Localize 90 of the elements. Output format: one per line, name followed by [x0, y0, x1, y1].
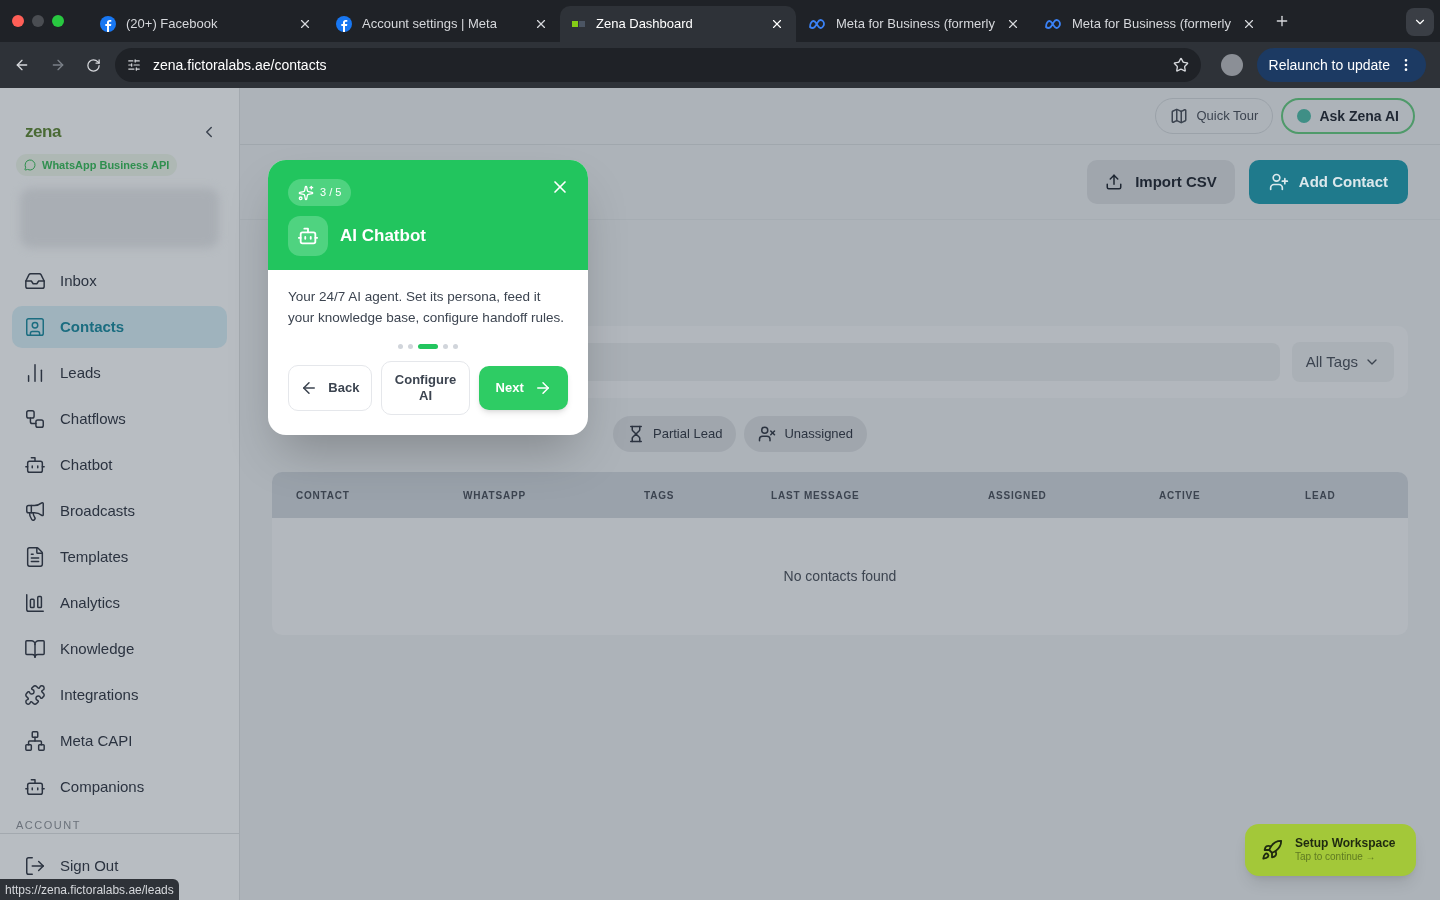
- badge-label: WhatsApp Business API: [42, 157, 170, 173]
- browser-tab[interactable]: (20+) Facebook: [88, 6, 324, 42]
- nav-item[interactable]: Inbox: [12, 260, 227, 302]
- nav-icon: [24, 316, 46, 338]
- nav-icon: [24, 638, 46, 660]
- close-icon[interactable]: [770, 17, 784, 31]
- nav-icon: [24, 454, 46, 476]
- column-header: LEAD: [1305, 488, 1337, 503]
- site-settings-icon[interactable]: [127, 58, 141, 72]
- hourglass-icon: [627, 425, 645, 443]
- browser-tab[interactable]: Zena Dashboard: [560, 6, 796, 42]
- new-tab-icon[interactable]: [1274, 13, 1290, 29]
- infinity-logo-icon: [808, 18, 826, 30]
- nav-item[interactable]: Companions: [12, 766, 227, 808]
- upload-icon: [1105, 173, 1124, 191]
- nav-icon: [24, 500, 46, 522]
- ask-ai-button[interactable]: Ask Zena AI: [1281, 98, 1415, 134]
- configure-ai-button[interactable]: Configure AI: [380, 360, 471, 415]
- close-icon[interactable]: [1242, 17, 1256, 31]
- nav-item[interactable]: Chatbot: [12, 444, 227, 486]
- nav-icon: [24, 270, 46, 292]
- filter-chip[interactable]: Partial Lead: [613, 416, 737, 452]
- empty-message: No contacts found: [783, 567, 897, 586]
- whatsapp-icon: [24, 159, 36, 171]
- nav-item[interactable]: Knowledge: [12, 628, 227, 670]
- column-header: ACTIVE: [1159, 488, 1202, 503]
- address-field[interactable]: zena.fictoralabs.ae/contacts: [115, 48, 1201, 82]
- setup-workspace-button[interactable]: Setup Workspace Tap to continue →: [1245, 824, 1416, 876]
- add-contact-button[interactable]: Add Contact: [1248, 160, 1408, 204]
- rocket-icon: [1261, 839, 1283, 861]
- nav-icon: [24, 684, 46, 706]
- back-icon[interactable]: [14, 57, 30, 73]
- close-icon[interactable]: [1006, 17, 1020, 31]
- nav-item[interactable]: Broadcasts: [12, 490, 227, 532]
- zena-logo: zena: [25, 121, 62, 144]
- browser-tab[interactable]: Meta for Business (formerly: [1032, 6, 1268, 42]
- browser-tab[interactable]: Account settings | Meta: [324, 6, 560, 42]
- status-url-tooltip: https://zena.fictoralabs.ae/leads: [0, 879, 179, 900]
- reload-icon[interactable]: [86, 57, 101, 73]
- tab-search-button[interactable]: [1406, 8, 1434, 36]
- column-header: ASSIGNED: [988, 488, 1048, 503]
- sign-out-icon: [24, 855, 46, 877]
- nav-item[interactable]: Leads: [12, 352, 227, 394]
- column-header: WHATSAPP: [463, 488, 527, 503]
- column-header: TAGS: [644, 488, 676, 503]
- tour-title: AI Chatbot: [340, 224, 426, 247]
- bookmark-icon[interactable]: [1172, 57, 1189, 73]
- zoom-window-control[interactable]: [52, 15, 64, 27]
- nav-item[interactable]: Integrations: [12, 674, 227, 716]
- tab-title: Meta for Business (formerly: [836, 15, 996, 34]
- nav-item[interactable]: Templates: [12, 536, 227, 578]
- close-icon[interactable]: [534, 17, 548, 31]
- facebook-logo-icon: [336, 16, 352, 32]
- tour-description: Your 24/7 AI agent. Set its persona, feed it your knowledge base, configure handoff rules.: [288, 287, 565, 327]
- tab-title: Meta for Business (formerly: [1072, 15, 1232, 34]
- nav-icon: [24, 776, 46, 798]
- section-label: ACCOUNT: [0, 816, 239, 834]
- filter-chip[interactable]: Unassigned: [744, 416, 868, 452]
- column-header: CONTACT: [296, 488, 351, 503]
- browser-tab[interactable]: Meta for Business (formerly: [796, 6, 1032, 42]
- setup-title: Setup Workspace: [1295, 836, 1396, 852]
- nav-icon: [24, 592, 46, 614]
- nav-item[interactable]: Analytics: [12, 582, 227, 624]
- back-button[interactable]: Back: [288, 364, 372, 411]
- tags-dropdown[interactable]: All Tags: [1291, 342, 1394, 382]
- column-header: LAST MESSAGE: [771, 488, 861, 503]
- user-plus-icon: [1268, 172, 1289, 192]
- close-window-control[interactable]: [12, 15, 24, 27]
- setup-subtitle: Tap to continue →: [1295, 851, 1376, 864]
- url-text: zena.fictoralabs.ae/contacts: [153, 55, 328, 75]
- facebook-logo-icon: [100, 16, 116, 32]
- zena-favicon-icon: [572, 19, 586, 29]
- user-off-icon: [758, 425, 777, 443]
- sparkles-icon: [298, 184, 314, 201]
- import-csv-button[interactable]: Import CSV: [1087, 160, 1235, 204]
- tab-title: (20+) Facebook: [126, 15, 219, 34]
- nav-icon: [24, 408, 46, 430]
- nav-item[interactable]: Chatflows: [12, 398, 227, 440]
- nav-item[interactable]: Meta CAPI: [12, 720, 227, 762]
- tab-title: Zena Dashboard: [596, 15, 694, 34]
- profile-avatar[interactable]: [1220, 54, 1243, 76]
- step-badge: 3 / 5: [288, 179, 352, 206]
- infinity-logo-icon: [1044, 18, 1062, 30]
- map-icon: [1170, 107, 1189, 125]
- forward-icon[interactable]: [50, 57, 66, 73]
- relaunch-button[interactable]: Relaunch to update: [1256, 48, 1426, 82]
- tab-title: Account settings | Meta: [362, 15, 498, 34]
- close-icon[interactable]: [298, 17, 312, 31]
- nav-icon: [24, 730, 46, 752]
- nav-icon: [24, 546, 46, 568]
